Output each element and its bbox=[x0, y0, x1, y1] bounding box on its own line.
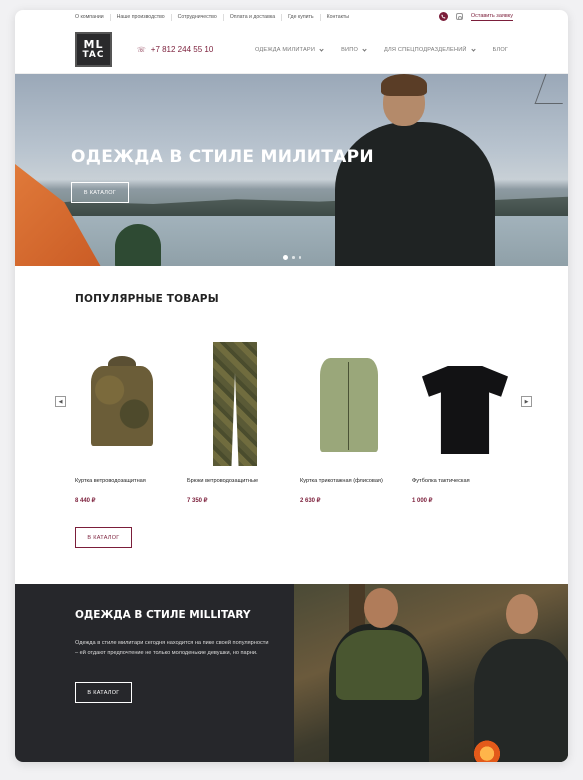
hero-branch bbox=[534, 74, 568, 104]
product-card[interactable]: Брюки ветроводозащитные 7 350 ₽ bbox=[187, 340, 297, 510]
nav-item-blog[interactable]: БЛОГ bbox=[493, 47, 509, 53]
top-link-cooperation[interactable]: Сотрудничество bbox=[172, 14, 224, 21]
product-card[interactable]: Куртка трикотажная (флисовая) 2 630 ₽ bbox=[300, 340, 410, 510]
hero-man-hair bbox=[381, 74, 427, 96]
slider-dot[interactable] bbox=[298, 256, 301, 259]
chevron-down-icon bbox=[471, 46, 476, 52]
top-right-actions: Оставить заявку bbox=[438, 12, 513, 21]
pants-shape bbox=[213, 342, 257, 466]
top-link-where-to-buy[interactable]: Где купить bbox=[282, 14, 321, 21]
product-name[interactable]: Куртка трикотажная (флисовая) bbox=[300, 478, 383, 484]
hero-catalog-button[interactable]: В КАТАЛОГ bbox=[71, 182, 129, 203]
product-price: 1 000 ₽ bbox=[412, 498, 433, 504]
hero-tree bbox=[115, 224, 161, 266]
product-image-tshirt[interactable] bbox=[412, 340, 512, 460]
carousel-prev-button[interactable]: ◀ bbox=[55, 396, 66, 407]
product-image-fleece[interactable] bbox=[300, 340, 400, 460]
jacket-body bbox=[91, 366, 153, 446]
phone-icon: ☏ bbox=[137, 46, 146, 54]
promo-block: ОДЕЖДА В СТИЛЕ MILLITARY Одежда в стиле … bbox=[15, 584, 294, 762]
leave-request-link[interactable]: Оставить заявку bbox=[470, 12, 513, 21]
top-link-about[interactable]: О компании bbox=[75, 14, 111, 21]
top-bar: О компании Наше производство Сотрудничес… bbox=[15, 10, 568, 26]
products-carousel: Куртка ветроводозащитная 8 440 ₽ Брюки в… bbox=[75, 340, 515, 510]
fleece-zip bbox=[348, 362, 349, 450]
nav-label: ВИПО bbox=[341, 47, 359, 53]
hero-man-body bbox=[335, 122, 495, 266]
slider-dots bbox=[283, 255, 301, 260]
promo-catalog-button[interactable]: В КАТАЛОГ bbox=[75, 682, 132, 703]
photo-person-1-vest bbox=[336, 630, 422, 700]
product-image-pants[interactable] bbox=[187, 340, 287, 466]
fleece-body bbox=[320, 358, 378, 452]
logo-line-1: ML bbox=[83, 37, 104, 51]
chevron-down-icon bbox=[362, 46, 367, 52]
product-name[interactable]: Брюки ветроводозащитные bbox=[187, 478, 258, 484]
promo-text: Одежда в стиле милитари сегодня находитс… bbox=[75, 640, 269, 656]
main-nav: ОДЕЖДА МИЛИТАРИ ВИПО ДЛЯ СПЕЦПОДРАЗДЕЛЕН… bbox=[255, 46, 526, 53]
product-card[interactable]: Футболка тактическая 1 000 ₽ bbox=[412, 340, 522, 510]
product-price: 8 440 ₽ bbox=[75, 498, 96, 504]
promo-title: ОДЕЖДА В СТИЛЕ MILLITARY bbox=[75, 609, 251, 621]
nav-label: БЛОГ bbox=[492, 47, 509, 53]
slider-dot[interactable] bbox=[292, 256, 295, 259]
logo[interactable]: ML TAC bbox=[75, 32, 112, 67]
photo-fire bbox=[474, 734, 500, 762]
product-card[interactable]: Куртка ветроводозащитная 8 440 ₽ bbox=[75, 340, 185, 510]
product-name[interactable]: Куртка ветроводозащитная bbox=[75, 478, 146, 484]
product-image-jacket[interactable] bbox=[75, 340, 175, 460]
photo-person-1-head bbox=[364, 588, 398, 628]
chevron-down-icon bbox=[319, 46, 324, 52]
handset-icon bbox=[441, 14, 446, 19]
popular-title: ПОПУЛЯРНЫЕ ТОВАРЫ bbox=[75, 293, 219, 305]
tshirt-shape bbox=[422, 366, 508, 454]
hero-banner: ОДЕЖДА В СТИЛЕ МИЛИТАРИ bbox=[15, 74, 568, 266]
nav-label: ДЛЯ СПЕЦПОДРАЗДЕЛЕНИЙ bbox=[384, 47, 467, 53]
product-price: 7 350 ₽ bbox=[187, 498, 208, 504]
phone-number: +7 812 244 55 10 bbox=[150, 45, 214, 54]
header-phone[interactable]: ☏ +7 812 244 55 10 bbox=[137, 45, 213, 54]
nav-item-special-forces[interactable]: ДЛЯ СПЕЦПОДРАЗДЕЛЕНИЙ bbox=[384, 46, 476, 53]
top-link-contacts[interactable]: Контакты bbox=[321, 14, 355, 21]
slider-dot[interactable] bbox=[283, 255, 288, 260]
top-link-production[interactable]: Наше производство bbox=[111, 14, 172, 21]
header: ML TAC ☏ +7 812 244 55 10 ОДЕЖДА МИЛИТАР… bbox=[15, 26, 568, 74]
nav-item-vipo[interactable]: ВИПО bbox=[341, 46, 367, 53]
top-nav: О компании Наше производство Сотрудничес… bbox=[75, 14, 355, 21]
top-link-payment[interactable]: Оплата и доставка bbox=[224, 14, 283, 21]
photo-person-2-head bbox=[506, 594, 538, 634]
nav-item-military-clothing[interactable]: ОДЕЖДА МИЛИТАРИ bbox=[255, 46, 324, 53]
popular-catalog-button[interactable]: В КАТАЛОГ bbox=[75, 527, 132, 548]
nav-label: ОДЕЖДА МИЛИТАРИ bbox=[255, 47, 316, 53]
page-frame: О компании Наше производство Сотрудничес… bbox=[15, 10, 568, 762]
promo-photo bbox=[294, 584, 568, 762]
product-price: 2 630 ₽ bbox=[300, 498, 321, 504]
product-name[interactable]: Футболка тактическая bbox=[412, 478, 470, 484]
phone-call-icon[interactable] bbox=[438, 12, 448, 21]
carousel-next-button[interactable]: ▶ bbox=[521, 396, 532, 407]
hero-title: ОДЕЖДА В СТИЛЕ МИЛИТАРИ bbox=[71, 147, 374, 167]
logo-line-2: TAC bbox=[82, 49, 105, 60]
instagram-icon[interactable] bbox=[455, 13, 463, 20]
